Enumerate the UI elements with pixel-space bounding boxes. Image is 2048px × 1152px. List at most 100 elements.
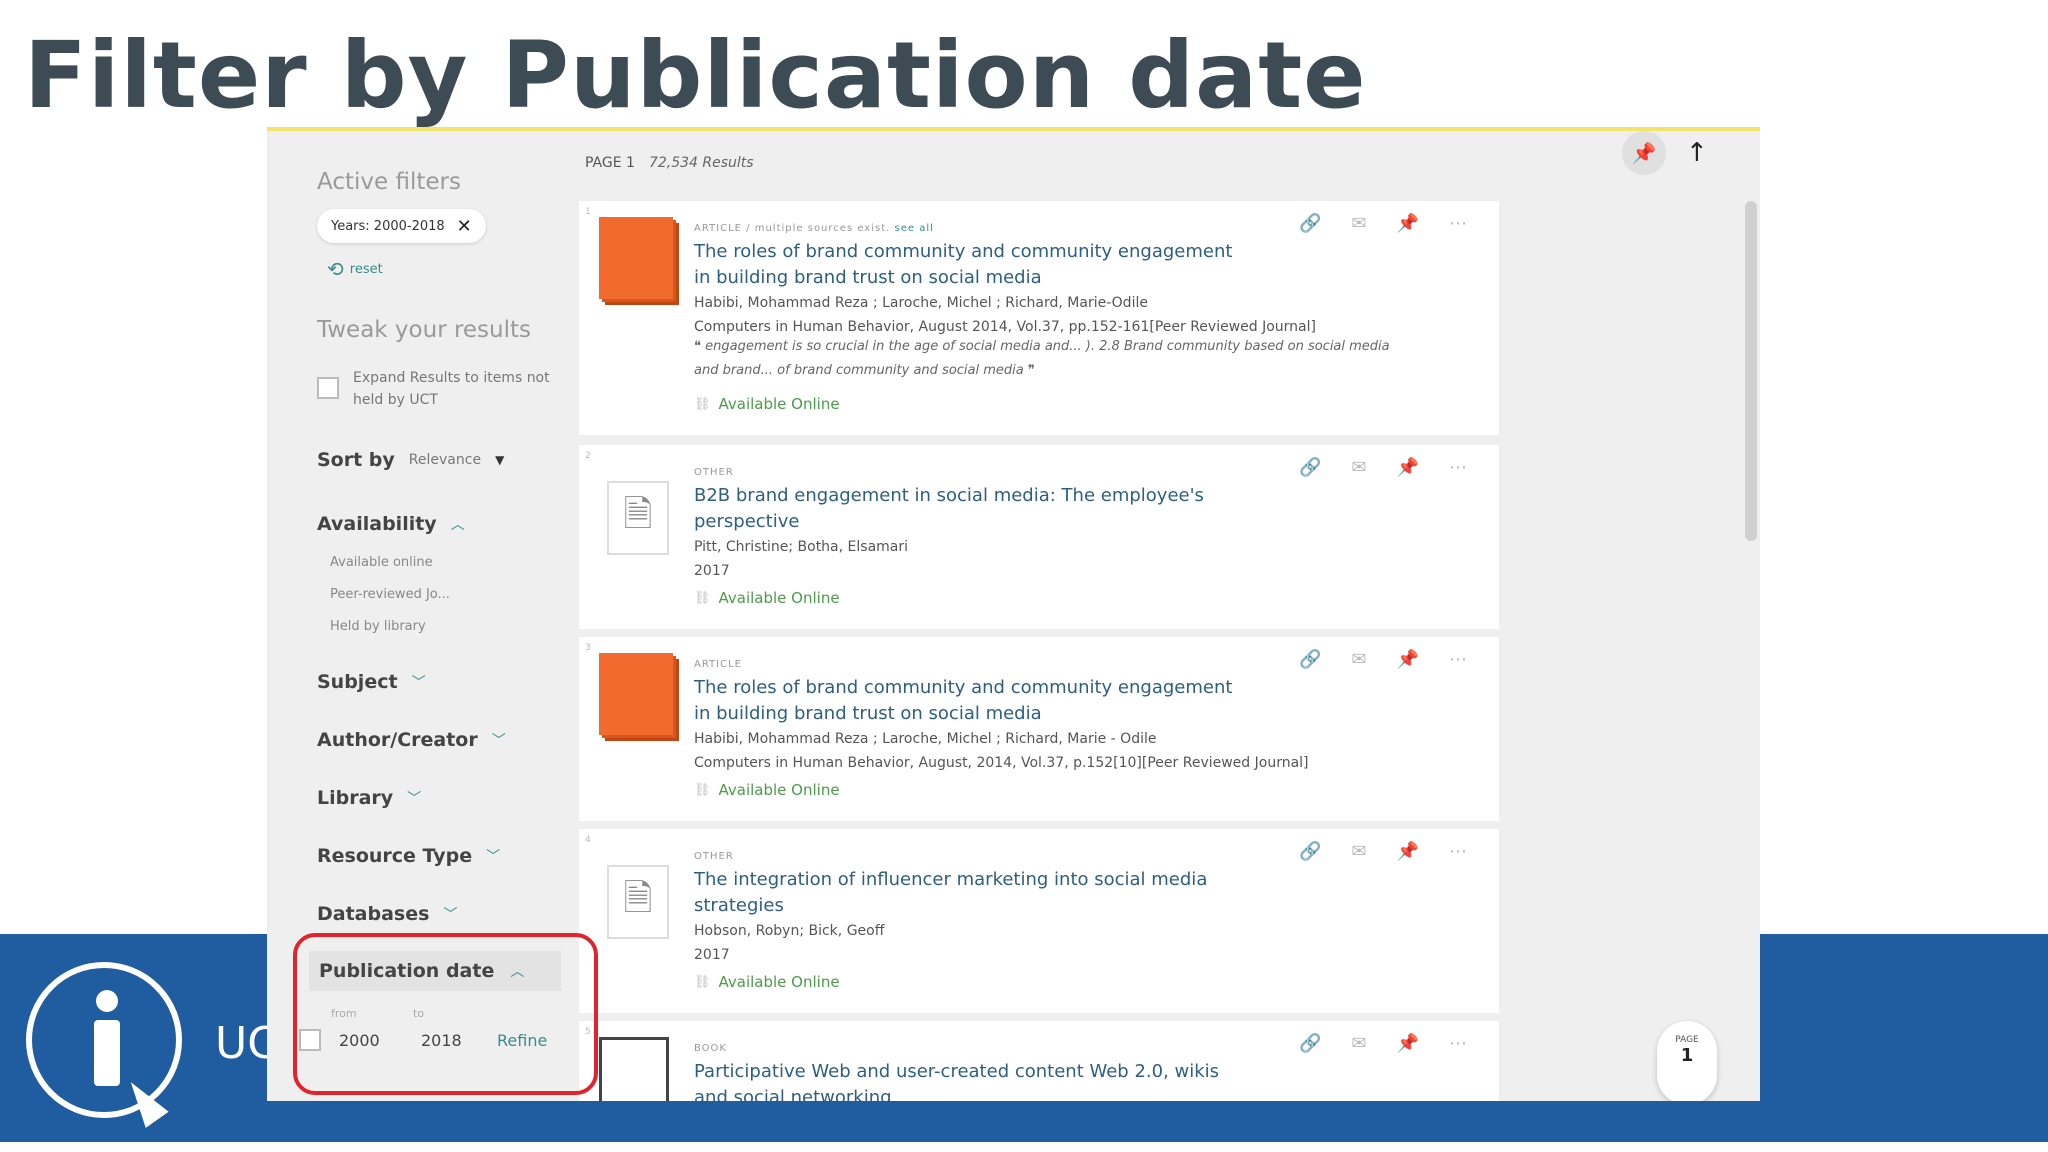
- result-year: 2017: [694, 563, 730, 579]
- result-card[interactable]: 3 ARTICLE The roles of brand community a…: [579, 637, 1499, 821]
- pin-icon[interactable]: 📌: [1397, 213, 1419, 234]
- result-card[interactable]: 1 ARTICLE / multiple sources exist. see …: [579, 201, 1499, 435]
- facet-author[interactable]: Author/Creator ﹀: [317, 729, 506, 751]
- facet-label: Subject: [317, 671, 398, 693]
- tweak-heading: Tweak your results: [317, 317, 532, 343]
- facet-availability[interactable]: Availability ︿: [317, 513, 465, 535]
- cover-thumbnail[interactable]: [599, 217, 673, 299]
- expand-results-label: Expand Results to items not held by UCT: [353, 370, 550, 408]
- facet-item-peer-reviewed[interactable]: Peer-reviewed Jo...: [330, 587, 450, 602]
- facet-item-available-online[interactable]: Available online: [330, 555, 433, 570]
- more-icon[interactable]: ⋯: [1449, 213, 1467, 234]
- link-icon: ⛓: [694, 396, 711, 412]
- result-type: ARTICLE: [694, 659, 742, 670]
- email-icon[interactable]: ✉: [1351, 457, 1366, 478]
- arrow-up-icon[interactable]: ↑: [1686, 138, 1708, 168]
- facet-label: Author/Creator: [317, 729, 478, 751]
- reset-label: reset: [349, 261, 383, 277]
- result-authors: Habibi, Mohammad Reza ; Laroche, Michel …: [694, 731, 1157, 747]
- result-title[interactable]: B2B brand engagement in social media: Th…: [694, 483, 1254, 535]
- more-icon[interactable]: ⋯: [1449, 649, 1467, 670]
- result-actions: 🔗 ✉ 📌 ⋯: [1299, 213, 1467, 234]
- pin-icon[interactable]: 📌: [1397, 649, 1419, 670]
- permalink-icon[interactable]: 🔗: [1299, 213, 1321, 234]
- more-icon[interactable]: ⋯: [1449, 1033, 1467, 1054]
- expand-results-checkbox[interactable]: [317, 377, 339, 399]
- email-icon[interactable]: ✉: [1351, 213, 1366, 234]
- result-type-label: ARTICLE / multiple sources exist.: [694, 223, 891, 234]
- page-indicator-label: PAGE: [1675, 1035, 1699, 1045]
- pin-icon[interactable]: 📌: [1397, 841, 1419, 862]
- page-indicator[interactable]: PAGE 1: [1657, 1021, 1717, 1101]
- facet-library[interactable]: Library ﹀: [317, 787, 421, 809]
- remove-filter-icon[interactable]: ✕: [457, 216, 472, 237]
- more-icon[interactable]: ⋯: [1449, 457, 1467, 478]
- result-card[interactable]: 2 🗎 OTHER B2B brand engagement in social…: [579, 445, 1499, 629]
- result-title[interactable]: The roles of brand community and communi…: [694, 239, 1254, 291]
- cover-thumbnail[interactable]: [599, 653, 673, 735]
- chevron-down-icon[interactable]: ﹀: [443, 904, 457, 924]
- sort-label: Sort by: [317, 449, 395, 471]
- permalink-icon[interactable]: 🔗: [1299, 649, 1321, 670]
- chevron-up-icon[interactable]: ︿: [451, 514, 465, 534]
- result-number: 1: [585, 207, 591, 217]
- reset-link[interactable]: ⟲ reset: [327, 257, 383, 281]
- availability-link[interactable]: ⛓ Available Online: [694, 973, 840, 991]
- result-card[interactable]: 5 BOOK Participative Web and user-create…: [579, 1021, 1499, 1101]
- facet-databases[interactable]: Databases ﹀: [317, 903, 457, 925]
- pin-icon[interactable]: 📌: [1397, 457, 1419, 478]
- facet-label: Databases: [317, 903, 430, 925]
- chip-label: Years: 2000-2018: [331, 218, 445, 234]
- facet-resource-type[interactable]: Resource Type ﹀: [317, 845, 500, 867]
- active-filter-chip[interactable]: Years: 2000-2018 ✕: [317, 209, 486, 243]
- chevron-down-icon[interactable]: ﹀: [407, 788, 421, 808]
- result-actions: 🔗 ✉ 📌 ⋯: [1299, 1033, 1467, 1054]
- slide-title: Filter by Publication date: [24, 22, 1367, 129]
- see-all-link[interactable]: see all: [895, 223, 934, 234]
- link-icon: ⛓: [694, 590, 711, 606]
- sort-value[interactable]: Relevance: [409, 452, 481, 468]
- email-icon[interactable]: ✉: [1351, 841, 1366, 862]
- top-actions: 📌 ↑: [1622, 131, 1708, 175]
- availability-link[interactable]: ⛓ Available Online: [694, 395, 840, 413]
- result-card[interactable]: 4 🗎 OTHER The integration of influencer …: [579, 829, 1499, 1013]
- sort-control[interactable]: Sort by Relevance ▼: [317, 449, 504, 471]
- result-title[interactable]: The roles of brand community and communi…: [694, 675, 1254, 727]
- document-icon[interactable]: 🗎: [607, 481, 669, 555]
- permalink-icon[interactable]: 🔗: [1299, 457, 1321, 478]
- permalink-icon[interactable]: 🔗: [1299, 1033, 1321, 1054]
- email-icon[interactable]: ✉: [1351, 1033, 1366, 1054]
- chevron-down-icon[interactable]: ﹀: [492, 730, 506, 750]
- info-dot: [96, 990, 118, 1012]
- availability-link[interactable]: ⛓ Available Online: [694, 781, 840, 799]
- link-icon: ⛓: [694, 782, 711, 798]
- facet-item-held-by-library[interactable]: Held by library: [330, 619, 426, 634]
- email-icon[interactable]: ✉: [1351, 649, 1366, 670]
- result-authors: Hobson, Robyn; Bick, Geoff: [694, 923, 885, 939]
- chevron-down-icon[interactable]: ﹀: [486, 846, 500, 866]
- result-title[interactable]: The integration of influencer marketing …: [694, 867, 1254, 919]
- pin-icon[interactable]: 📌: [1622, 131, 1666, 175]
- link-icon: ⛓: [694, 974, 711, 990]
- highlight-annotation: [293, 933, 598, 1095]
- pin-icon[interactable]: 📌: [1397, 1033, 1419, 1054]
- results-header: PAGE 1 72,534 Results: [585, 155, 754, 171]
- result-title[interactable]: Participative Web and user-created conte…: [694, 1059, 1254, 1101]
- document-icon[interactable]: 🗎: [607, 865, 669, 939]
- result-actions: 🔗 ✉ 📌 ⋯: [1299, 457, 1467, 478]
- facet-label: Library: [317, 787, 394, 809]
- availability-link[interactable]: ⛓ Available Online: [694, 589, 840, 607]
- availability-label: Available Online: [718, 973, 840, 991]
- chevron-down-icon[interactable]: ﹀: [412, 672, 426, 692]
- result-type: OTHER: [694, 851, 734, 862]
- chevron-down-icon[interactable]: ▼: [495, 453, 504, 467]
- results-count: 72,534 Results: [648, 155, 754, 171]
- scrollbar[interactable]: [1745, 201, 1757, 541]
- permalink-icon[interactable]: 🔗: [1299, 841, 1321, 862]
- more-icon[interactable]: ⋯: [1449, 841, 1467, 862]
- book-thumbnail[interactable]: [599, 1037, 669, 1101]
- facet-subject[interactable]: Subject ﹀: [317, 671, 426, 693]
- result-number: 3: [585, 643, 591, 653]
- expand-results-option[interactable]: Expand Results to items not held by UCT: [317, 367, 557, 411]
- availability-label: Available Online: [718, 781, 840, 799]
